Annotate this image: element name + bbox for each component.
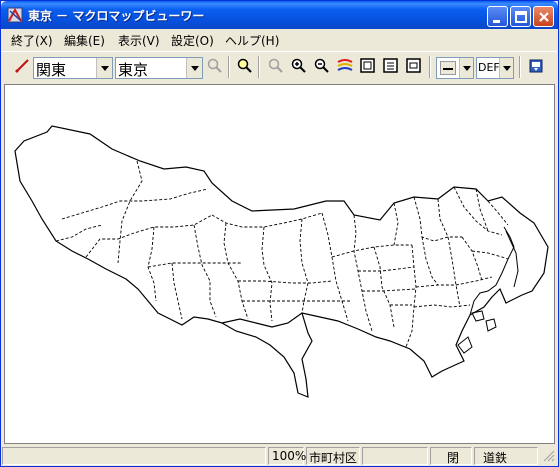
status-panel-5-value: 道鉄 bbox=[483, 451, 508, 465]
chevron-down-icon[interactable] bbox=[96, 58, 112, 78]
tokyo-map bbox=[14, 125, 549, 398]
prefecture-boundary bbox=[14, 125, 549, 378]
split-view-icon[interactable] bbox=[404, 56, 424, 76]
bay-island bbox=[457, 336, 473, 354]
bay-island bbox=[471, 310, 485, 322]
close-button[interactable] bbox=[533, 6, 554, 27]
status-bar: 100% 市町村区 閉 道鉄 bbox=[2, 446, 557, 466]
toolbar-separator bbox=[519, 56, 521, 78]
minimize-icon bbox=[493, 20, 500, 23]
bay-island bbox=[485, 318, 497, 332]
chevron-down-icon[interactable] bbox=[459, 58, 473, 78]
resize-grip-icon[interactable] bbox=[543, 450, 555, 462]
menu-settings[interactable]: 設定(O) bbox=[171, 32, 214, 49]
menu-help[interactable]: ヘルプ(H) bbox=[225, 32, 279, 49]
status-panel-4-value: 閉 bbox=[447, 451, 460, 465]
region-select[interactable]: 関東 bbox=[33, 57, 113, 79]
status-panel-3 bbox=[362, 447, 428, 465]
status-panel-main bbox=[2, 447, 266, 465]
app-window: 東京 － マクロマップビューワー 終了(X) 編集(E) 表示(V) 設定(O)… bbox=[0, 0, 559, 467]
route-icon[interactable] bbox=[12, 56, 32, 76]
toolbar-separator bbox=[228, 56, 230, 78]
municipal-boundaries bbox=[55, 160, 509, 348]
zoom-out-icon[interactable] bbox=[312, 56, 332, 76]
map-app-icon[interactable] bbox=[7, 7, 23, 23]
status-layer-value: 市町村区 bbox=[309, 451, 358, 465]
window-title: 東京 － マクロマップビューワー bbox=[28, 9, 205, 23]
close-icon bbox=[539, 12, 549, 22]
frame-view-icon[interactable] bbox=[358, 56, 378, 76]
status-panel-4: 閉 bbox=[430, 447, 472, 465]
map-canvas[interactable] bbox=[4, 84, 555, 444]
status-panel-5: 道鉄 bbox=[474, 447, 538, 465]
menu-edit[interactable]: 編集(E) bbox=[64, 32, 105, 49]
zoom-disabled-icon[interactable] bbox=[266, 56, 286, 76]
color-layer-icon[interactable] bbox=[335, 56, 355, 76]
chevron-down-icon[interactable] bbox=[186, 58, 202, 78]
region-select-value: 関東 bbox=[36, 61, 67, 79]
chevron-down-icon[interactable] bbox=[499, 58, 513, 78]
export-icon[interactable] bbox=[526, 56, 546, 76]
status-layer: 市町村区 bbox=[306, 447, 360, 465]
maximize-button[interactable] bbox=[510, 6, 531, 27]
zoom-in-icon[interactable] bbox=[289, 56, 309, 76]
title-bar[interactable]: 東京 － マクロマップビューワー bbox=[1, 1, 558, 29]
menu-bar: 終了(X) 編集(E) 表示(V) 設定(O) ヘルプ(H) bbox=[2, 30, 557, 49]
line-style-select[interactable] bbox=[436, 57, 474, 79]
status-zoom-value: 100% bbox=[272, 449, 307, 463]
minimize-button[interactable] bbox=[487, 6, 508, 27]
toolbar-separator bbox=[429, 56, 431, 78]
line-style-swatch bbox=[440, 61, 456, 75]
search-icon[interactable] bbox=[235, 56, 255, 76]
status-zoom: 100% bbox=[268, 447, 307, 465]
style-select[interactable]: DEF bbox=[476, 57, 514, 79]
toolbar: 関東 東京 DEF bbox=[2, 51, 557, 81]
toolbar-separator bbox=[258, 56, 260, 78]
search-disabled-icon[interactable] bbox=[205, 56, 225, 76]
style-select-value: DEF bbox=[478, 61, 500, 74]
list-view-icon[interactable] bbox=[381, 56, 401, 76]
prefecture-select-value: 東京 bbox=[118, 61, 149, 79]
menu-view[interactable]: 表示(V) bbox=[118, 32, 160, 49]
menu-quit[interactable]: 終了(X) bbox=[11, 32, 53, 49]
maximize-icon bbox=[515, 11, 527, 23]
prefecture-select[interactable]: 東京 bbox=[115, 57, 203, 79]
